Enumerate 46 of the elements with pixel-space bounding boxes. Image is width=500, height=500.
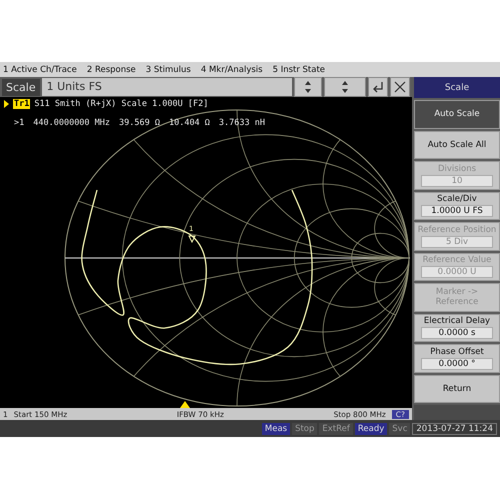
spin-up-down-icon[interactable] bbox=[294, 77, 322, 97]
play-icon bbox=[4, 100, 9, 108]
status-indicator: ExtRef bbox=[319, 422, 353, 434]
menu-title: Scale bbox=[414, 77, 500, 98]
softkey-label: Divisions bbox=[438, 164, 476, 174]
softkey-value: 0.0000 ° bbox=[421, 358, 493, 370]
softkey-label: Reference Value bbox=[422, 255, 492, 266]
softkey-value: 0.0000 U bbox=[421, 266, 493, 278]
softkey-value: 5 Div bbox=[421, 236, 493, 248]
softkey-button[interactable]: Auto Scale bbox=[414, 100, 500, 128]
softkey-value: 0.0000 s bbox=[421, 327, 493, 340]
date-time: 2013-07-27 11:24 bbox=[412, 422, 497, 434]
marker-reactance: 10.404 Ω bbox=[168, 118, 210, 128]
softkey-label: Reference Position bbox=[418, 224, 496, 235]
softkey-value: 10 bbox=[421, 174, 493, 187]
softkey-value: 1.0000 U FS bbox=[421, 205, 493, 218]
menu-item[interactable]: 4 Mkr/Analysis bbox=[200, 64, 263, 74]
start-triangle-icon bbox=[180, 401, 190, 408]
trace-badge[interactable]: Tr1 bbox=[13, 99, 30, 109]
status-indicator: Stop bbox=[292, 422, 318, 434]
marker-inductance: 3.7633 nH bbox=[218, 118, 265, 128]
marker-stimulus: 440.0000000 MHz bbox=[33, 118, 110, 128]
menu-item[interactable]: 3 Stimulus bbox=[146, 64, 191, 74]
marker-icon[interactable] bbox=[188, 236, 196, 244]
trace-title: S11 Smith (R+jX) Scale 1.000U [F2] bbox=[34, 99, 208, 109]
menu-item[interactable]: 1 Active Ch/Trace bbox=[3, 64, 77, 74]
menu-item[interactable]: 2 Response bbox=[86, 64, 136, 74]
marker-number: >1 bbox=[14, 118, 24, 128]
softkey-field[interactable]: Phase Offset 0.0000 ° bbox=[414, 344, 500, 372]
softkey-button[interactable]: Return bbox=[414, 374, 500, 403]
entry-label: Scale bbox=[2, 78, 40, 96]
softkey-button[interactable]: Auto Scale All bbox=[414, 130, 500, 159]
status-indicator: Ready bbox=[354, 422, 388, 434]
spin-step-icon[interactable] bbox=[324, 77, 366, 97]
close-icon[interactable] bbox=[390, 77, 410, 97]
softkey-label: Electrical Delay bbox=[424, 316, 490, 326]
softkey-label: Phase Offset bbox=[430, 346, 484, 357]
marker-resistance: 39.569 Ω bbox=[119, 118, 160, 128]
menu-item[interactable]: 5 Instr State bbox=[272, 64, 326, 74]
enter-icon[interactable] bbox=[368, 77, 388, 97]
status-indicator: Meas bbox=[262, 422, 290, 434]
softkey-field[interactable]: Electrical Delay 0.0000 s bbox=[414, 314, 500, 342]
status-indicator: Svc bbox=[389, 422, 410, 434]
softkey-field[interactable]: Scale/Div 1.0000 U FS bbox=[414, 192, 500, 220]
softkey-label: Scale/Div bbox=[437, 194, 477, 204]
entry-field[interactable]: 1 Units FS bbox=[42, 78, 292, 96]
